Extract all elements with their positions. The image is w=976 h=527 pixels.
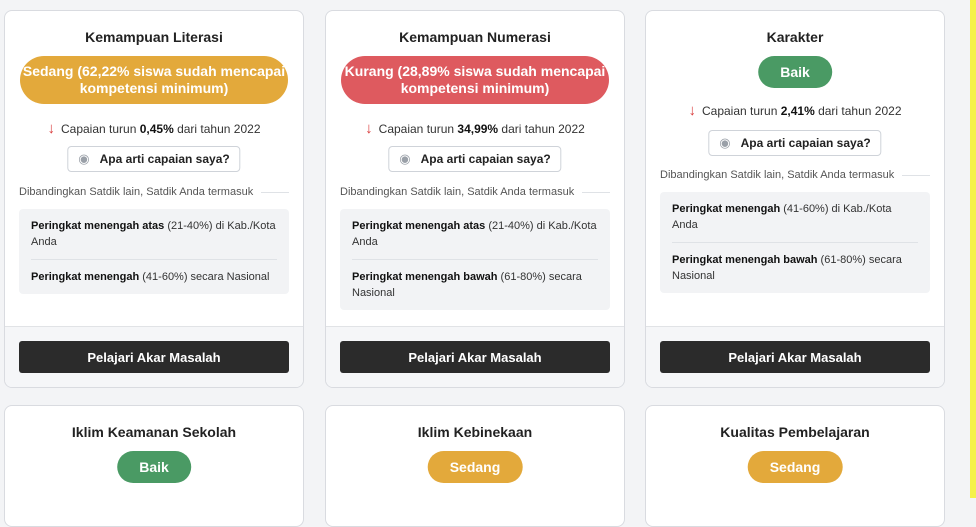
card-title: Kemampuan Literasi <box>85 29 223 45</box>
status-badge: Kurang (28,89% siswa sudah mencapai komp… <box>341 56 609 104</box>
rank-box: Peringkat menengah atas (21-40%) di Kab.… <box>19 209 289 294</box>
change-text: ↓ Capaian turun 2,41% dari tahun 2022 <box>688 102 902 119</box>
status-badge: Baik <box>117 451 191 483</box>
card-footer: Pelajari Akar Masalah <box>646 326 944 387</box>
arrow-down-icon: ↓ <box>688 102 696 119</box>
rank-item: Peringkat menengah (41-60%) di Kab./Kota… <box>672 203 892 231</box>
card-title: Iklim Kebinekaan <box>417 424 533 440</box>
card-kemampuan-literasi: Kemampuan Literasi Sedang (62,22% siswa … <box>4 10 304 388</box>
rank-box: Peringkat menengah atas (21-40%) di Kab.… <box>340 209 610 310</box>
card-iklim-kebinekaan: Iklim Kebinekaan Sedang <box>325 405 625 527</box>
card-karakter: Karakter Baik ↓ Capaian turun 2,41% dari … <box>645 10 945 388</box>
card-kualitas-pembelajaran: Kualitas Pembelajaran Sedang <box>645 405 945 527</box>
card-title: Kemampuan Numerasi <box>399 29 551 45</box>
help-button[interactable]: ◉ Apa arti capaian saya? <box>708 130 882 156</box>
card-title: Kualitas Pembelajaran <box>720 424 870 440</box>
pelajari-akar-masalah-button[interactable]: Pelajari Akar Masalah <box>660 341 930 373</box>
card-title: Karakter <box>766 29 824 45</box>
card-title: Iklim Keamanan Sekolah <box>71 424 237 440</box>
rank-item: Peringkat menengah atas (21-40%) di Kab.… <box>352 220 597 248</box>
eye-icon: ◉ <box>399 151 411 166</box>
status-badge: Sedang <box>427 451 523 483</box>
compare-label: Dibandingkan Satdik lain, Satdik Anda te… <box>19 186 289 198</box>
pelajari-akar-masalah-button[interactable]: Pelajari Akar Masalah <box>19 341 289 373</box>
compare-label: Dibandingkan Satdik lain, Satdik Anda te… <box>660 169 930 181</box>
compare-label: Dibandingkan Satdik lain, Satdik Anda te… <box>340 186 610 198</box>
eye-icon: ◉ <box>719 135 731 150</box>
change-text: ↓ Capaian turun 34,99% dari tahun 2022 <box>365 120 585 137</box>
status-badge: Sedang (62,22% siswa sudah mencapai komp… <box>20 56 288 104</box>
card-kemampuan-numerasi: Kemampuan Numerasi Kurang (28,89% siswa … <box>325 10 625 388</box>
arrow-down-icon: ↓ <box>47 120 55 137</box>
status-badge: Baik <box>758 56 832 88</box>
change-text: ↓ Capaian turun 0,45% dari tahun 2022 <box>47 120 261 137</box>
eye-icon: ◉ <box>78 151 90 166</box>
card-iklim-keamanan-sekolah: Iklim Keamanan Sekolah Baik <box>4 405 304 527</box>
card-footer: Pelajari Akar Masalah <box>326 326 624 387</box>
arrow-down-icon: ↓ <box>365 120 373 137</box>
rank-item: Peringkat menengah bawah (61-80%) secara… <box>352 259 598 310</box>
card-footer: Pelajari Akar Masalah <box>5 326 303 387</box>
pelajari-akar-masalah-button[interactable]: Pelajari Akar Masalah <box>340 341 610 373</box>
help-button[interactable]: ◉ Apa arti capaian saya? <box>388 146 562 172</box>
rank-item: Peringkat menengah (41-60%) secara Nasio… <box>31 259 277 294</box>
rank-box: Peringkat menengah (41-60%) di Kab./Kota… <box>660 192 930 293</box>
right-edge-strip <box>970 0 976 498</box>
rank-item: Peringkat menengah atas (21-40%) di Kab.… <box>31 220 276 248</box>
rank-item: Peringkat menengah bawah (61-80%) secara… <box>672 242 918 293</box>
help-button[interactable]: ◉ Apa arti capaian saya? <box>67 146 241 172</box>
status-badge: Sedang <box>747 451 843 483</box>
